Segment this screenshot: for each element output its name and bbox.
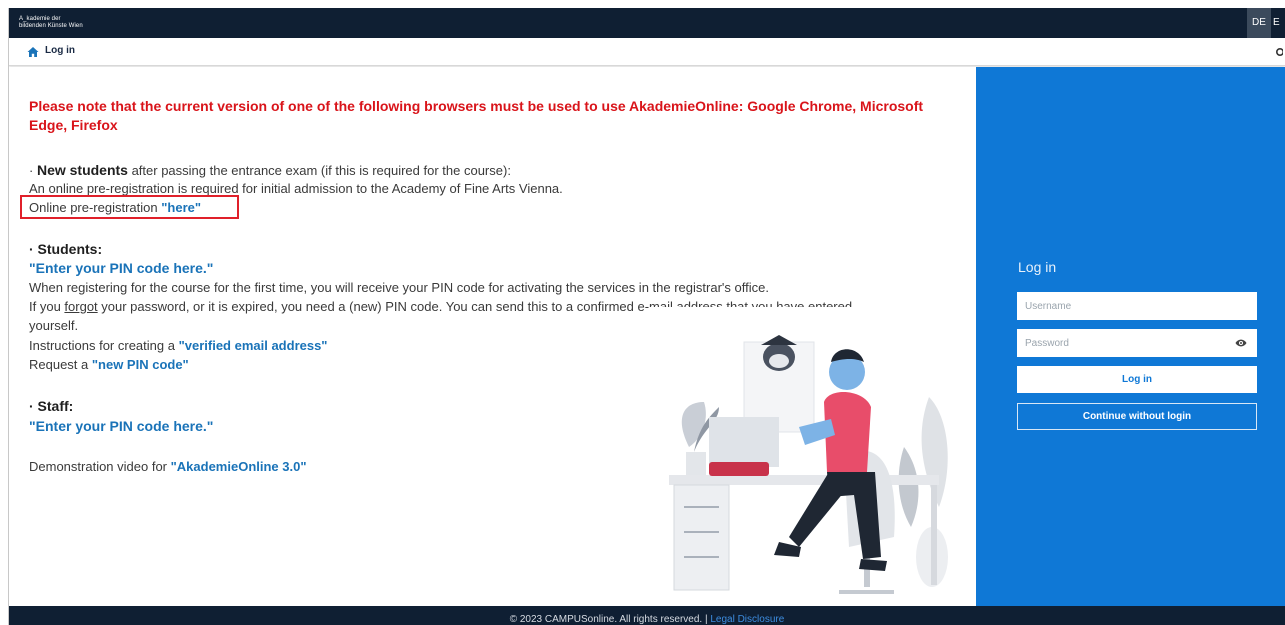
legal-disclosure-link[interactable]: Legal Disclosure: [710, 614, 784, 625]
breadcrumb-bar: Log in: [9, 38, 1285, 66]
students-line3: yourself.: [29, 318, 79, 333]
verified-email-link[interactable]: "verified email address": [179, 338, 328, 353]
students-line1: When registering for the course for the …: [29, 280, 769, 295]
students-pin-link[interactable]: "Enter your PIN code here.": [29, 259, 213, 277]
copyright-text: © 2023 CAMPUSonline. All rights reserved…: [509, 614, 711, 625]
browser-notice: Please note that the current version of …: [29, 98, 924, 133]
verified-line: Instructions for creating a "verified em…: [29, 337, 327, 355]
new-students-text: after passing the entrance exam (if this…: [127, 163, 511, 178]
language-en-button[interactable]: E: [1271, 8, 1285, 38]
home-icon[interactable]: [27, 46, 39, 58]
bullet: ·: [29, 163, 37, 178]
new-pin-text: Request a: [29, 357, 92, 372]
password-placeholder: Password: [1025, 337, 1069, 349]
new-students-line: · New students after passing the entranc…: [29, 161, 511, 180]
verified-text: Instructions for creating a: [29, 338, 179, 353]
highlight-box: [20, 195, 239, 219]
new-students-label: New students: [36, 162, 128, 178]
continue-without-login-button[interactable]: Continue without login: [1017, 403, 1257, 430]
staff-pin-link[interactable]: "Enter your PIN code here.": [29, 417, 213, 435]
page-frame: A_kademie der bildenden Künste Wien DE E…: [8, 8, 1285, 625]
demo-video-link[interactable]: "AkademieOnline 3.0": [171, 459, 307, 474]
logo-line2: bildenden Künste Wien: [19, 23, 83, 29]
username-input[interactable]: Username: [1017, 292, 1257, 320]
top-bar: A_kademie der bildenden Künste Wien DE E: [9, 8, 1285, 38]
login-button[interactable]: Log in: [1017, 366, 1257, 393]
students-line2a: If you: [29, 299, 65, 314]
eye-icon[interactable]: [1235, 338, 1247, 348]
password-input[interactable]: Password: [1017, 329, 1257, 357]
demo-text: Demonstration video for: [29, 459, 171, 474]
academy-logo[interactable]: A_kademie der bildenden Künste Wien: [19, 16, 83, 30]
page-title: Log in: [45, 45, 75, 56]
login-panel: Log in Username Password Log in Continue…: [976, 67, 1285, 606]
new-pin-link[interactable]: "new PIN code": [92, 357, 189, 372]
logo-line1: A_kademie der: [19, 16, 61, 22]
footer: © 2023 CAMPUSonline. All rights reserved…: [9, 606, 1285, 625]
forgot-word: forgot: [64, 299, 98, 314]
login-title: Log in: [1018, 259, 1057, 275]
main-content: Please note that the current version of …: [9, 67, 976, 606]
gear-icon[interactable]: [1273, 46, 1283, 58]
demo-line: Demonstration video for "AkademieOnline …: [29, 458, 307, 476]
language-de-button[interactable]: DE: [1247, 8, 1271, 38]
staff-heading: · Staff:: [29, 398, 74, 414]
students-heading: · Students:: [29, 241, 103, 257]
student-illustration: [649, 307, 969, 606]
new-pin-line: Request a "new PIN code": [29, 356, 189, 374]
